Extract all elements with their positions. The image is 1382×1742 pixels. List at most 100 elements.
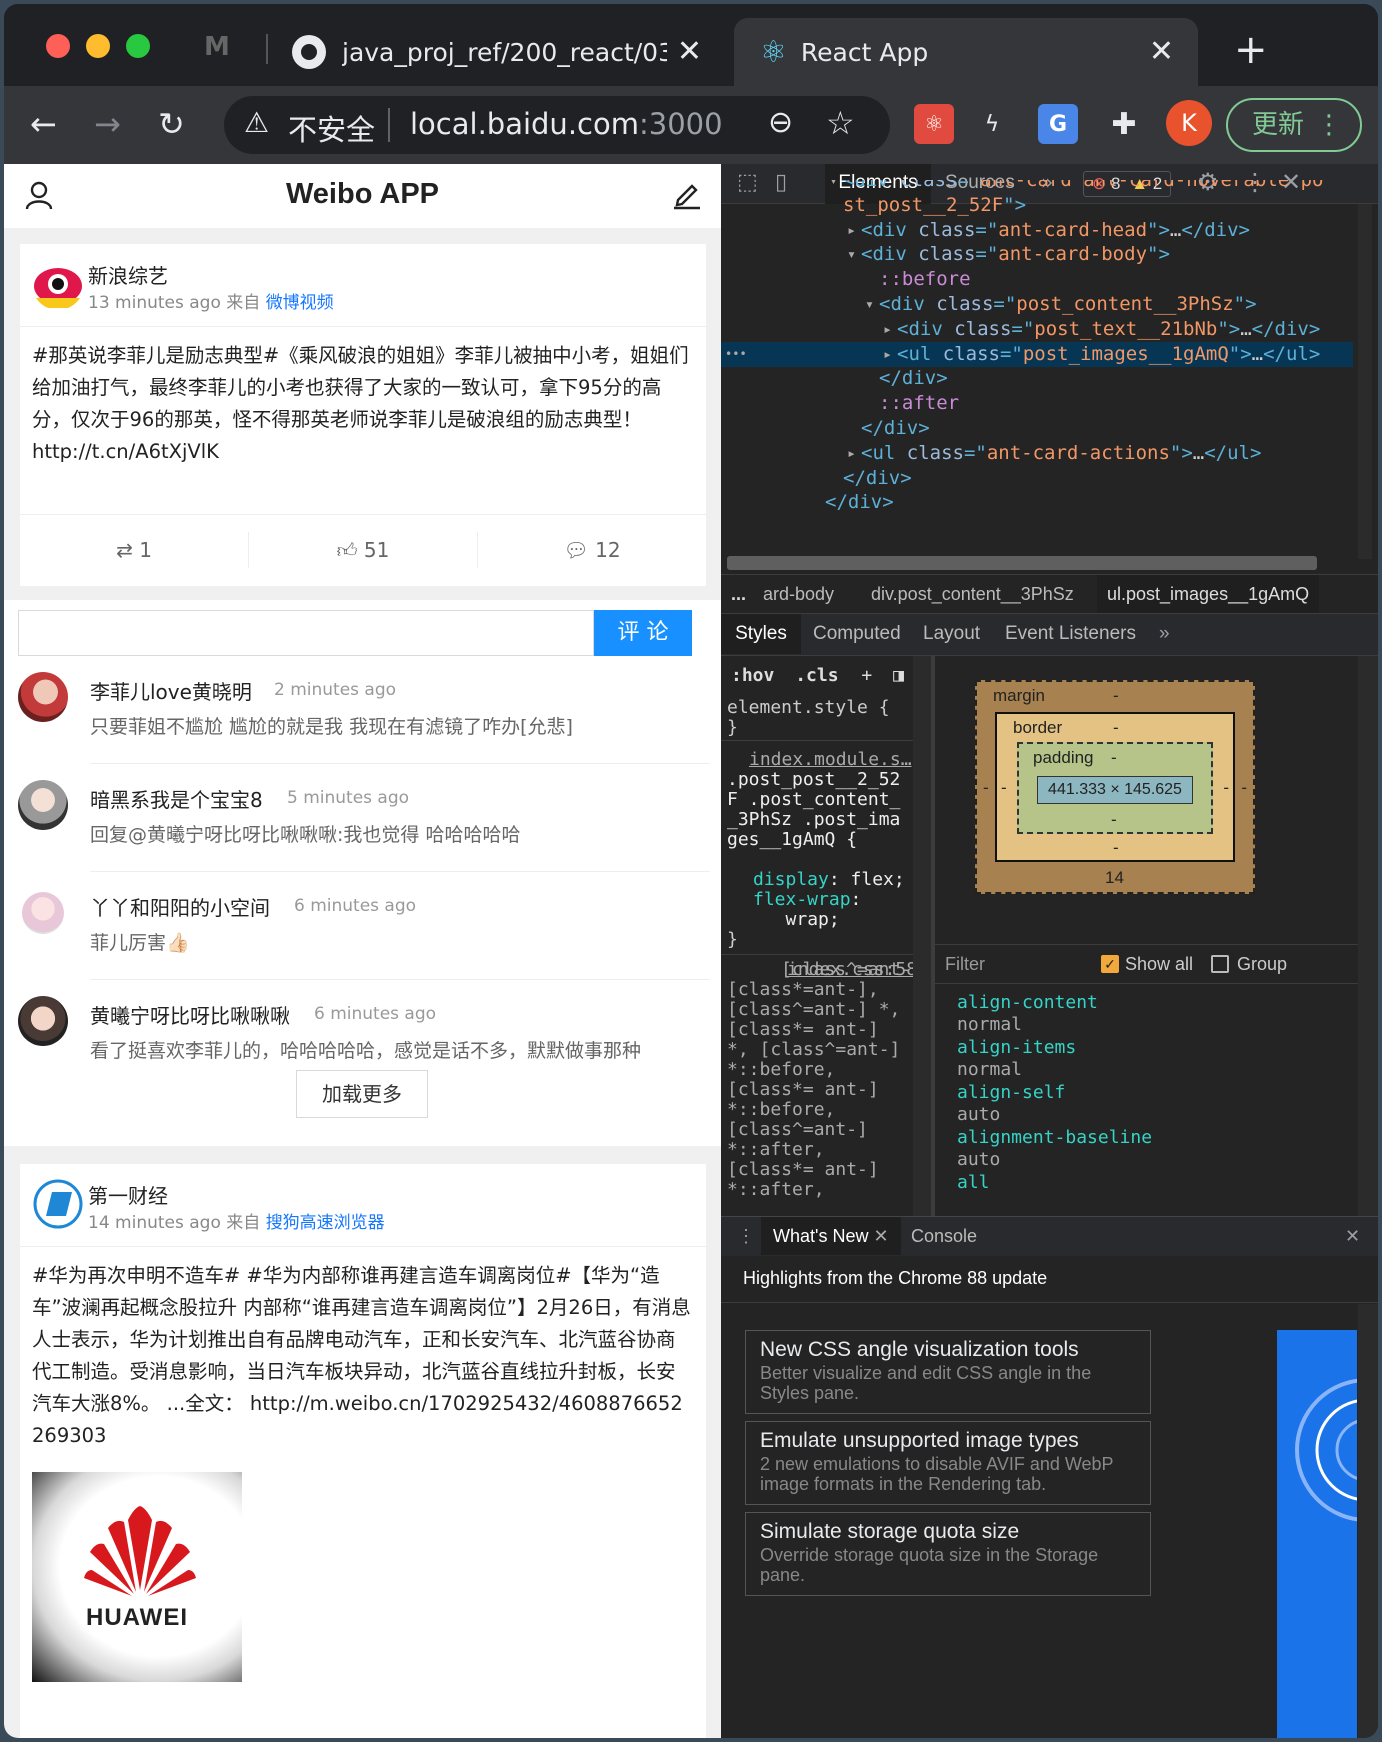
margin-box[interactable]: margin - - - 14 border - - - - padding -… bbox=[975, 680, 1255, 894]
comment-input[interactable] bbox=[18, 610, 594, 656]
zoom-icon[interactable]: ⊖ bbox=[768, 105, 793, 140]
comment-action[interactable]: 💬︎ 12 bbox=[478, 514, 706, 586]
computed-property[interactable]: align-content normal bbox=[957, 992, 1357, 1037]
close-window-button[interactable] bbox=[46, 34, 70, 58]
dom-node[interactable]: </div> bbox=[721, 490, 1353, 515]
address-bar[interactable]: ⚠ 不安全 local.baidu.com:3000 ⊖ ☆ bbox=[224, 96, 890, 154]
css-declaration[interactable]: display: flex; bbox=[753, 870, 905, 890]
commenter-avatar[interactable] bbox=[22, 892, 64, 934]
expand-arrow-icon[interactable]: ▸ bbox=[847, 218, 856, 243]
tab-event-listeners[interactable]: Event Listeners bbox=[1005, 614, 1136, 654]
comment-submit-button[interactable]: 评 论 bbox=[594, 610, 692, 656]
load-more-button[interactable]: 加载更多 bbox=[296, 1070, 428, 1118]
sidebar-toggle-icon[interactable]: ◨ bbox=[893, 665, 904, 686]
tab-layout[interactable]: Layout bbox=[923, 614, 980, 654]
element-style-rule[interactable]: element.style {} bbox=[727, 698, 890, 738]
post-author[interactable]: 第一财经 bbox=[88, 1180, 168, 1209]
computed-property[interactable]: all bbox=[957, 1172, 1357, 1216]
extensions-puzzle-icon[interactable]: ✚ bbox=[1104, 104, 1144, 144]
rule-selector[interactable]: .post_post__2_52F .post_content__3PhSz .… bbox=[727, 770, 909, 850]
more-dots-icon[interactable]: ••• bbox=[725, 342, 747, 367]
dom-node[interactable]: ::after bbox=[721, 391, 1353, 416]
commenter-name[interactable]: 暗黑系我是个宝宝8 bbox=[90, 784, 263, 813]
author-avatar[interactable] bbox=[32, 1178, 84, 1230]
edit-icon[interactable] bbox=[672, 178, 702, 210]
bookmark-star-icon[interactable]: ☆ bbox=[826, 104, 855, 142]
breadcrumb-item[interactable]: ard-body bbox=[763, 575, 834, 613]
profile-avatar[interactable]: K bbox=[1166, 100, 1212, 146]
tab-computed[interactable]: Computed bbox=[813, 614, 901, 654]
dom-vertical-scrollbar[interactable] bbox=[1358, 204, 1372, 559]
dom-horizontal-scrollbar[interactable] bbox=[727, 556, 1317, 570]
whats-new-item[interactable]: Simulate storage quota size Override stor… bbox=[745, 1512, 1151, 1596]
post-source[interactable]: 搜狗高速浏览器 bbox=[266, 1213, 385, 1233]
computed-property[interactable]: alignment-baseline auto bbox=[957, 1127, 1357, 1172]
styles-scrollbar[interactable] bbox=[913, 656, 931, 1216]
tab-styles[interactable]: Styles bbox=[721, 614, 801, 654]
drawer-menu-icon[interactable]: ⋮ bbox=[737, 1217, 755, 1255]
commenter-name[interactable]: 李菲儿love黄晓明 bbox=[90, 676, 252, 705]
close-drawer-icon[interactable]: ✕ bbox=[1345, 1217, 1360, 1255]
lightning-extension-icon[interactable]: ϟ bbox=[972, 104, 1012, 144]
expand-arrow-icon[interactable]: ▸ bbox=[883, 342, 892, 367]
rule-selector[interactable]: [class^=ant-], [class*=ant-], [class^=an… bbox=[727, 960, 931, 1200]
update-button[interactable]: 更新 ⋮ bbox=[1226, 98, 1362, 152]
forward-icon[interactable]: → bbox=[94, 104, 121, 144]
react-devtools-extension-icon[interactable]: ⚛ bbox=[914, 104, 954, 144]
dom-node[interactable]: ▾ <div class="ant-card-body"> bbox=[721, 242, 1353, 267]
dom-node[interactable]: ▸ <ul class="ant-card-actions">…</ul> bbox=[721, 441, 1353, 466]
post-author[interactable]: 新浪综艺 bbox=[88, 260, 168, 289]
hov-toggle[interactable]: :hov bbox=[731, 665, 774, 686]
collapse-arrow-icon[interactable]: ▾ bbox=[847, 242, 856, 267]
dom-node-selected[interactable]: ••• ▸ <ul class="post_images__1gAmQ">…</ul… bbox=[721, 341, 1353, 367]
add-rule-icon[interactable]: + bbox=[861, 665, 872, 686]
commenter-avatar[interactable] bbox=[18, 996, 68, 1046]
collapse-arrow-icon[interactable]: ▾ bbox=[829, 180, 838, 193]
breadcrumb-item[interactable]: div.post_content__3PhSz bbox=[871, 575, 1074, 613]
breadcrumb-item-selected[interactable]: ul.post_images__1gAmQ bbox=[1097, 575, 1320, 613]
dom-node[interactable]: </div> bbox=[721, 466, 1353, 491]
dom-node[interactable]: ▸ <div class="ant-card-head">…</div> bbox=[721, 218, 1353, 243]
content-box[interactable]: 441.333 × 145.625 bbox=[1037, 776, 1193, 804]
zoom-window-button[interactable] bbox=[126, 34, 150, 58]
whats-new-item[interactable]: Emulate unsupported image types 2 new emu… bbox=[745, 1421, 1151, 1505]
tab-console[interactable]: Console bbox=[911, 1217, 977, 1255]
expand-arrow-icon[interactable]: ▸ bbox=[847, 441, 856, 466]
dom-node[interactable]: </div> bbox=[721, 366, 1353, 391]
show-all-checkbox[interactable]: ✓ bbox=[1101, 955, 1119, 973]
computed-property[interactable]: align-self auto bbox=[957, 1082, 1357, 1127]
more-tabs-icon[interactable]: » bbox=[1159, 614, 1170, 654]
new-tab-button[interactable]: + bbox=[1234, 30, 1268, 70]
dom-node[interactable]: ▸ <div class="post_text__21bNb">…</div> bbox=[721, 317, 1353, 342]
close-tab-icon[interactable]: ✕ bbox=[677, 34, 702, 69]
back-icon[interactable]: ← bbox=[30, 104, 57, 144]
drawer-scrollbar[interactable] bbox=[1358, 1304, 1378, 1738]
collapse-arrow-icon[interactable]: ▾ bbox=[865, 292, 874, 317]
breadcrumb-more[interactable]: ... bbox=[731, 575, 746, 613]
commenter-avatar[interactable] bbox=[18, 672, 68, 722]
tab-search-icon[interactable]: M bbox=[204, 34, 240, 60]
rule-source-link[interactable]: index.module.s… bbox=[749, 750, 912, 770]
post-source[interactable]: 微博视频 bbox=[266, 293, 334, 313]
css-declaration[interactable]: flex-wrap: wrap; bbox=[753, 890, 903, 930]
filter-input[interactable]: Filter bbox=[945, 945, 985, 983]
commenter-name[interactable]: 丫丫和阳阳的小空间 bbox=[90, 892, 270, 921]
author-avatar[interactable] bbox=[32, 258, 84, 310]
box-model-scrollbar[interactable] bbox=[1358, 656, 1378, 1216]
minimize-window-button[interactable] bbox=[86, 34, 110, 58]
computed-property[interactable]: align-items normal bbox=[957, 1037, 1357, 1082]
dom-node[interactable]: </div> bbox=[721, 416, 1353, 441]
post-image[interactable]: HUAWEI bbox=[32, 1472, 242, 1682]
border-box[interactable]: border - - - - padding - - 441.333 × 145… bbox=[995, 712, 1235, 862]
translate-extension-icon[interactable]: G bbox=[1038, 104, 1078, 144]
whats-new-item[interactable]: New CSS angle visualization tools Better … bbox=[745, 1330, 1151, 1414]
dom-node[interactable]: ▾ <div class="ant-card ant-card-hoverable… bbox=[721, 180, 1353, 193]
expand-arrow-icon[interactable]: ▸ bbox=[883, 317, 892, 342]
group-checkbox[interactable] bbox=[1211, 955, 1229, 973]
dom-node[interactable]: st_post__2_52F"> bbox=[721, 193, 1353, 218]
close-tab-icon[interactable]: ✕ bbox=[1149, 34, 1174, 69]
repost-action[interactable]: ⇄ 1 bbox=[20, 514, 248, 586]
dom-node[interactable]: ::before bbox=[721, 267, 1353, 292]
tab-react-app[interactable]: ⚛ React App ✕ bbox=[734, 18, 1198, 86]
close-tab-icon[interactable]: ✕ bbox=[873, 1226, 888, 1246]
